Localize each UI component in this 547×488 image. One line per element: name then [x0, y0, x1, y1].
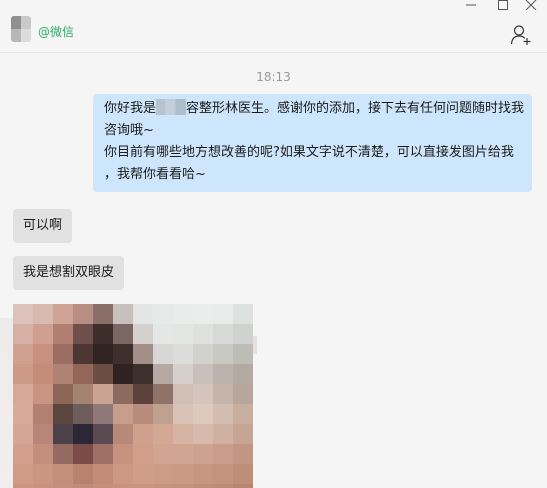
message-text: 我是想割双眼皮: [23, 265, 115, 280]
message-line: 你目前有哪些地方想改善的呢?如果文字说不清楚，可以直接发图片给我: [104, 145, 514, 160]
minimize-icon[interactable]: [462, 0, 480, 10]
message-line: ，我帮你看看哈~: [104, 167, 206, 182]
incoming-message-bubble[interactable]: 我是想割双眼皮: [13, 256, 125, 290]
incoming-message-bubble[interactable]: 可以啊: [13, 209, 73, 243]
add-person-icon[interactable]: [510, 24, 532, 46]
message-timestamp: 18:13: [256, 70, 291, 84]
chat-header: @微信: [0, 0, 547, 53]
image-message[interactable]: [13, 304, 253, 488]
message-line: 咨询哦~: [104, 123, 154, 138]
close-icon[interactable]: [522, 0, 540, 10]
outgoing-message-bubble[interactable]: 你好我是 容整形林医生。感谢你的添加，接下去有任何问题随时找我 咨询哦~ 你目前有…: [93, 94, 532, 192]
message-line: 你好我是 容整形林医生。感谢你的添加，接下去有任何问题随时找我: [104, 99, 525, 116]
redacted-text: [156, 99, 187, 115]
image-edge-bleed: [253, 336, 257, 354]
image-edge-bleed: [0, 318, 13, 488]
contact-avatar[interactable]: [11, 16, 31, 42]
maximize-icon[interactable]: [494, 0, 512, 10]
message-text: 可以啊: [23, 218, 63, 233]
contact-source-label[interactable]: @微信: [38, 24, 74, 40]
